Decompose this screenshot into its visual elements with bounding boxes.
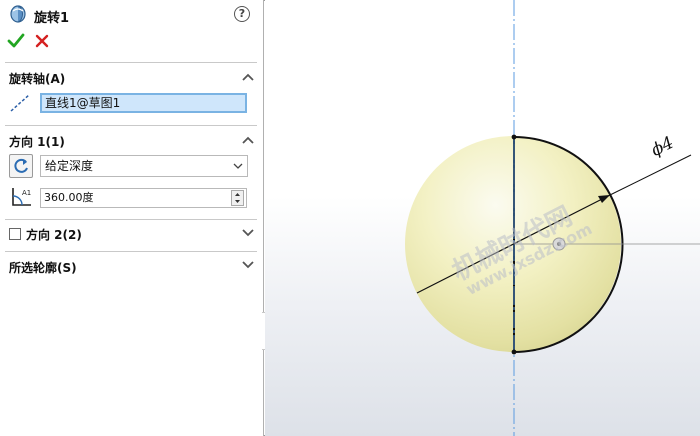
- chevron-up-icon[interactable]: [241, 135, 255, 145]
- svg-text:A1: A1: [22, 189, 31, 197]
- direction2-checkbox[interactable]: [9, 228, 21, 240]
- dimension-leader[interactable]: [609, 154, 692, 196]
- section-title-axis[interactable]: 旋转轴(A): [9, 70, 65, 87]
- sketch-endpoint[interactable]: [511, 134, 517, 140]
- axis-line-icon: [10, 94, 30, 112]
- chevron-down-icon[interactable]: [241, 228, 255, 238]
- cancel-x-icon[interactable]: [34, 33, 50, 49]
- feature-title: 旋转1: [34, 11, 70, 26]
- section-title-direction2[interactable]: 方向 2(2): [26, 226, 82, 243]
- angle-icon: A1: [12, 188, 31, 206]
- end-condition-value: 给定深度: [45, 159, 94, 173]
- chevron-up-icon[interactable]: [241, 72, 255, 82]
- angle-input[interactable]: 360.00度: [40, 188, 247, 208]
- spin-down-icon[interactable]: [232, 198, 243, 205]
- angle-spinner[interactable]: [231, 190, 244, 206]
- divider: [5, 125, 257, 126]
- divider: [5, 219, 257, 220]
- section-title-direction1[interactable]: 方向 1(1): [9, 133, 65, 150]
- axis-selection-field[interactable]: 直线1@草图1: [40, 93, 247, 113]
- chevron-down-icon: [233, 163, 243, 169]
- graphics-viewport[interactable]: ϕ4 机械时代网 www.jxsdz.com: [265, 0, 700, 436]
- revolve-feature-icon: [10, 5, 26, 23]
- property-manager-panel: 旋转1 ? 旋转轴(A) 直线1@草图1 方向 1(1) 给定深度 A1 360…: [0, 0, 264, 436]
- reverse-direction-icon: [14, 158, 28, 173]
- reverse-direction-button[interactable]: [9, 154, 33, 178]
- model-view: [405, 0, 700, 436]
- end-condition-select[interactable]: 给定深度: [40, 155, 248, 177]
- spin-up-icon[interactable]: [232, 191, 243, 198]
- section-title-selected-contours[interactable]: 所选轮廓(S): [9, 259, 77, 276]
- help-icon[interactable]: ?: [234, 6, 250, 22]
- divider: [5, 251, 257, 252]
- divider: [5, 62, 257, 63]
- ok-check-icon[interactable]: [7, 32, 25, 50]
- chevron-down-icon[interactable]: [241, 260, 255, 270]
- sketch-endpoint[interactable]: [511, 349, 517, 355]
- feature-header: 旋转1 ?: [0, 0, 264, 30]
- angle-value: 360.00度: [44, 191, 94, 204]
